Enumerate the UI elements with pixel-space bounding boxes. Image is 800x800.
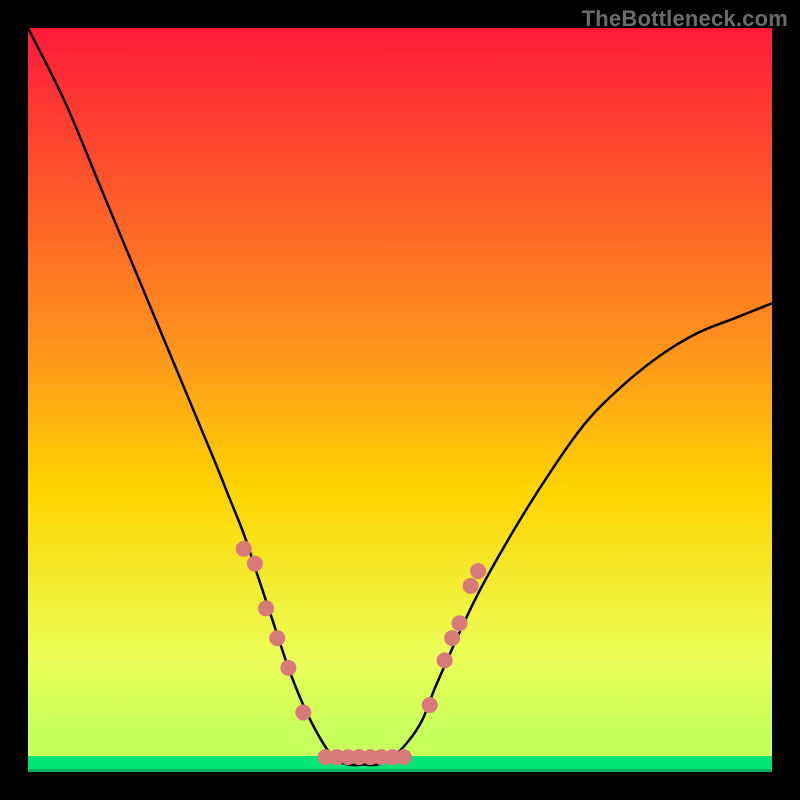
chart-frame: TheBottleneck.com: [0, 0, 800, 800]
data-marker: [295, 704, 311, 720]
data-marker: [444, 630, 460, 646]
gradient-background: [28, 28, 772, 772]
data-marker: [396, 749, 412, 765]
data-marker: [470, 563, 486, 579]
data-marker: [422, 697, 438, 713]
plot-area: [28, 28, 772, 772]
data-marker: [258, 600, 274, 616]
chart-svg: [28, 28, 772, 772]
data-marker: [463, 578, 479, 594]
data-marker: [280, 660, 296, 676]
data-marker: [236, 541, 252, 557]
base-edge: [28, 769, 772, 772]
data-marker: [247, 556, 263, 572]
data-marker: [437, 652, 453, 668]
data-marker: [269, 630, 285, 646]
data-marker: [452, 615, 468, 631]
